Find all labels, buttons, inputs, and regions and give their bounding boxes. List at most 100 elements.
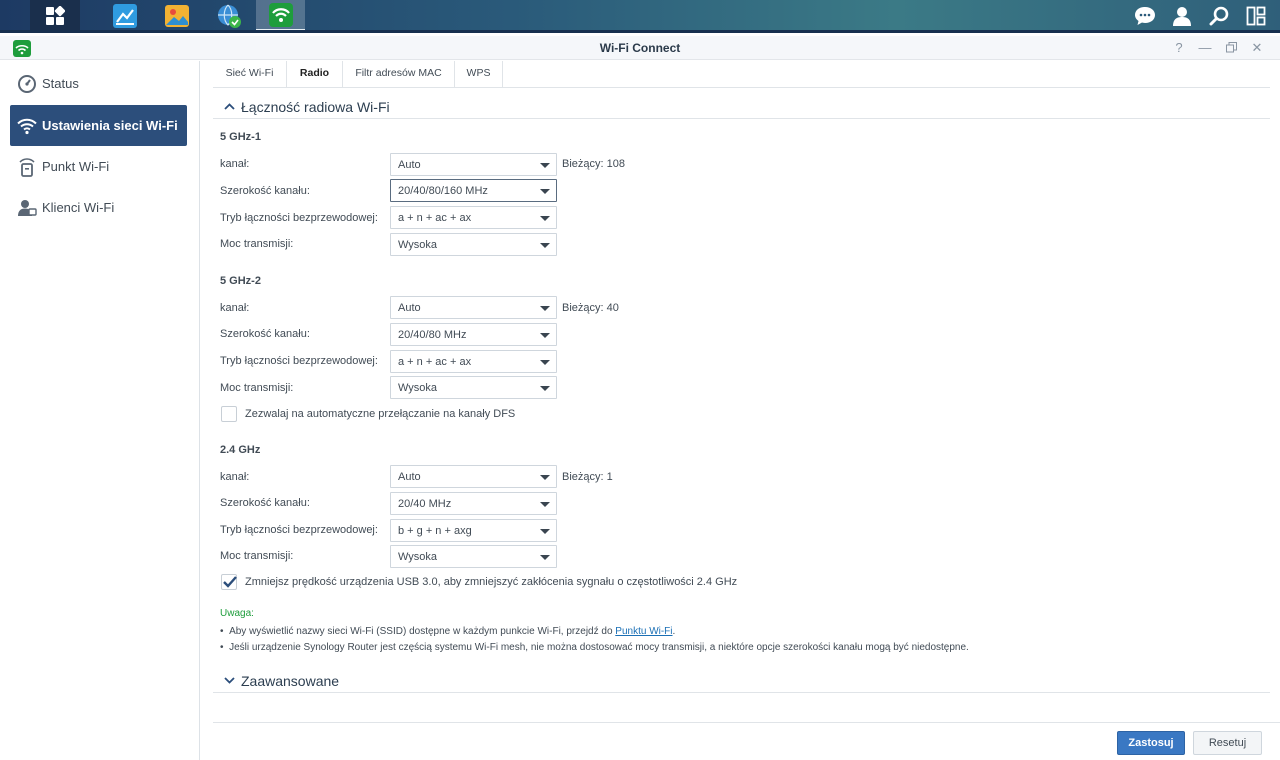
- taskbar-app-wifi-connect[interactable]: [256, 0, 305, 31]
- select-value: 20/40 MHz: [398, 498, 452, 510]
- transmit-power-label: Moc transmisji:: [220, 550, 294, 562]
- band1-mode-select[interactable]: a + n + ac + ax: [390, 206, 557, 229]
- band2-channel-select[interactable]: Auto: [390, 296, 557, 319]
- wireless-mode-label: Tryb łączności bezprzewodowej:: [220, 524, 378, 536]
- channel-width-label: Szerokość kanału:: [220, 497, 310, 509]
- restore-icon: [1225, 42, 1237, 53]
- sidebar-item-status[interactable]: Status: [10, 63, 187, 104]
- note-item: • Jeśli urządzenie Synology Router jest …: [220, 642, 969, 653]
- sidebar-item-wifi-point[interactable]: Punkt Wi-Fi: [10, 146, 187, 187]
- status-gauge-icon: [16, 73, 38, 95]
- widgets-button[interactable]: [1238, 0, 1274, 31]
- dropdown-arrow-icon: [540, 243, 550, 248]
- search-button[interactable]: [1201, 0, 1237, 31]
- taskbar-app-photos[interactable]: [152, 0, 201, 31]
- band3-width-select[interactable]: 20/40 MHz: [390, 492, 557, 515]
- band3-channel-select[interactable]: Auto: [390, 465, 557, 488]
- channel-width-label: Szerokość kanału:: [220, 328, 310, 340]
- dfs-checkbox-label: Zezwalaj na automatyczne przełączanie na…: [245, 408, 516, 420]
- sidebar-item-wifi-clients[interactable]: Klienci Wi-Fi: [10, 187, 187, 228]
- taskbar-app-safe-access[interactable]: [204, 0, 253, 31]
- tab-radio[interactable]: Radio: [287, 61, 343, 88]
- chat-bubble-icon: [1135, 6, 1155, 25]
- grid-icon: [46, 5, 65, 25]
- select-value: Wysoka: [398, 239, 438, 251]
- band1-power-select[interactable]: Wysoka: [390, 233, 557, 256]
- wireless-mode-label: Tryb łączności bezprzewodowej:: [220, 355, 378, 367]
- select-value: a + n + ac + ax: [398, 356, 472, 368]
- close-icon: ✕: [1251, 40, 1263, 55]
- sidebar-item-label: Punkt Wi-Fi: [42, 159, 110, 174]
- current-channel: Bieżący: 108: [562, 158, 625, 170]
- select-value: a + n + ac + ax: [398, 212, 472, 224]
- globe-shield-icon: [217, 4, 241, 28]
- usb-slowdown-checkbox[interactable]: [221, 574, 237, 590]
- chevron-up-icon: [219, 101, 239, 113]
- wifi-app-icon: [268, 2, 293, 27]
- dropdown-arrow-icon: [540, 555, 550, 560]
- note-text: Jeśli urządzenie Synology Router jest cz…: [229, 642, 969, 653]
- wifi-point-link[interactable]: Punktu Wi-Fi: [615, 626, 672, 637]
- widgets-icon: [1246, 6, 1266, 25]
- clients-icon: [16, 197, 38, 219]
- advanced-section-header[interactable]: Zaawansowane: [213, 670, 1270, 692]
- band3-mode-select[interactable]: b + g + n + axg: [390, 519, 557, 542]
- section-divider: [213, 692, 1270, 693]
- band2-width-select[interactable]: 20/40/80 MHz: [390, 323, 557, 346]
- dropdown-arrow-icon: [540, 360, 550, 365]
- search-icon: [1209, 6, 1229, 25]
- main-menu-button[interactable]: [30, 0, 80, 31]
- reset-button[interactable]: Resetuj: [1193, 731, 1262, 755]
- band3-power-select[interactable]: Wysoka: [390, 545, 557, 568]
- apply-button[interactable]: Zastosuj: [1117, 731, 1185, 755]
- dropdown-arrow-icon: [540, 529, 550, 534]
- window-titlebar: Wi-Fi Connect ? — ✕: [0, 36, 1280, 60]
- transmit-power-label: Moc transmisji:: [220, 382, 294, 394]
- select-value: Wysoka: [398, 551, 438, 563]
- sidebar-item-label: Klienci Wi-Fi: [42, 200, 115, 215]
- dropdown-arrow-icon: [540, 216, 550, 221]
- minimize-icon: —: [1198, 40, 1212, 55]
- tab-bar: Sieć Wi-Fi Radio Filtr adresów MAC WPS: [213, 61, 1270, 88]
- tab-wifi-network[interactable]: Sieć Wi-Fi: [213, 61, 287, 88]
- band1-channel-select[interactable]: Auto: [390, 153, 557, 176]
- bullet: •: [220, 642, 230, 653]
- note-text: .: [672, 626, 676, 637]
- photo-app-icon: [164, 4, 189, 27]
- dfs-checkbox[interactable]: [221, 406, 237, 422]
- current-channel: Bieżący: 40: [562, 302, 619, 314]
- select-value: Auto: [398, 159, 421, 171]
- sidebar-item-label: Status: [42, 76, 79, 91]
- chat-button[interactable]: [1127, 0, 1163, 31]
- section-title: Zaawansowane: [241, 673, 340, 689]
- access-point-icon: [16, 156, 38, 178]
- wifi-icon: [16, 115, 38, 137]
- current-channel: Bieżący: 1: [562, 471, 613, 483]
- sidebar-item-wifi-settings[interactable]: Ustawienia sieci Wi-Fi: [10, 105, 187, 146]
- band2-mode-select[interactable]: a + n + ac + ax: [390, 350, 557, 373]
- select-value: b + g + n + axg: [398, 525, 472, 537]
- user-button[interactable]: [1164, 0, 1200, 31]
- maximize-button[interactable]: [1222, 39, 1240, 57]
- band-title: 2.4 GHz: [220, 444, 261, 456]
- help-button[interactable]: ?: [1170, 39, 1188, 57]
- channel-label: kanał:: [220, 158, 250, 170]
- minimize-button[interactable]: —: [1196, 39, 1214, 57]
- tab-mac-filter[interactable]: Filtr adresów MAC: [343, 61, 455, 88]
- section-divider: [213, 118, 1270, 119]
- select-value: Auto: [398, 302, 421, 314]
- select-value: 20/40/80/160 MHz: [398, 185, 488, 197]
- select-value: 20/40/80 MHz: [398, 329, 467, 341]
- channel-width-label: Szerokość kanału:: [220, 185, 310, 197]
- taskbar-app-network-center[interactable]: [100, 0, 149, 31]
- tab-wps[interactable]: WPS: [455, 61, 503, 88]
- radio-section-header[interactable]: Łączność radiowa Wi-Fi: [213, 96, 1270, 118]
- band-title: 5 GHz-2: [220, 275, 261, 287]
- band2-power-select[interactable]: Wysoka: [390, 376, 557, 399]
- taskbar: [0, 0, 1280, 33]
- band1-width-select[interactable]: 20/40/80/160 MHz: [390, 179, 557, 202]
- transmit-power-label: Moc transmisji:: [220, 238, 294, 250]
- dropdown-arrow-icon: [540, 475, 550, 480]
- note-heading: Uwaga:: [220, 608, 254, 619]
- close-button[interactable]: ✕: [1248, 39, 1266, 57]
